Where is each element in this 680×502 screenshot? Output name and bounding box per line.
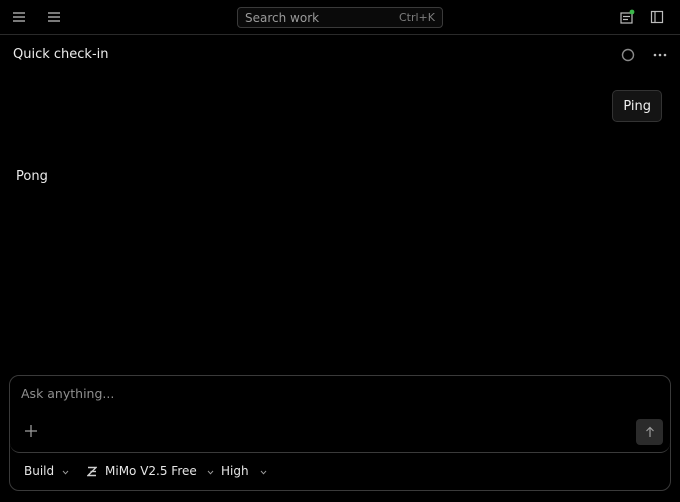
- mode-selector[interactable]: Build: [24, 464, 69, 478]
- search-input[interactable]: Search work Ctrl+K: [237, 7, 443, 28]
- prompt-placeholder: Ask anything...: [21, 386, 115, 401]
- menu-icon[interactable]: [7, 5, 31, 29]
- mode-label: Build: [24, 464, 55, 478]
- top-bar: Search work Ctrl+K: [0, 0, 680, 35]
- status-circle-icon[interactable]: [616, 43, 640, 67]
- inbox-icon[interactable]: [615, 5, 639, 29]
- notification-dot: [629, 9, 635, 15]
- send-button[interactable]: [636, 419, 663, 445]
- app-window: Search work Ctrl+K Quick check-in Ping P…: [0, 0, 680, 502]
- search-placeholder: Search work: [245, 10, 320, 25]
- chevron-down-icon: [260, 464, 267, 478]
- effort-selector[interactable]: High: [221, 464, 267, 478]
- add-attachment-icon[interactable]: [21, 421, 41, 441]
- search-shortcut: Ctrl+K: [398, 11, 435, 24]
- sidebar-toggle-icon[interactable]: [645, 5, 669, 29]
- user-message: Ping: [612, 90, 662, 122]
- chevron-down-icon: [62, 464, 69, 478]
- more-options-icon[interactable]: [648, 43, 672, 67]
- arrow-up-icon: [645, 426, 654, 437]
- prompt-input[interactable]: Ask anything...: [10, 376, 670, 453]
- effort-label: High: [221, 464, 249, 478]
- conversation-title: Quick check-in: [13, 47, 109, 62]
- model-selector[interactable]: MiMo V2.5 Free: [87, 464, 214, 478]
- user-message-text: Ping: [623, 98, 651, 114]
- assistant-message: Pong: [16, 169, 48, 184]
- model-logo-icon: [87, 466, 97, 477]
- model-label: MiMo V2.5 Free: [105, 464, 197, 478]
- composer-options: Build MiMo V2.5 Free High: [10, 454, 670, 490]
- chevron-down-icon: [207, 464, 214, 478]
- list-icon[interactable]: [42, 5, 66, 29]
- composer: Ask anything... Build MiMo V2.5 Free Hig…: [9, 375, 671, 491]
